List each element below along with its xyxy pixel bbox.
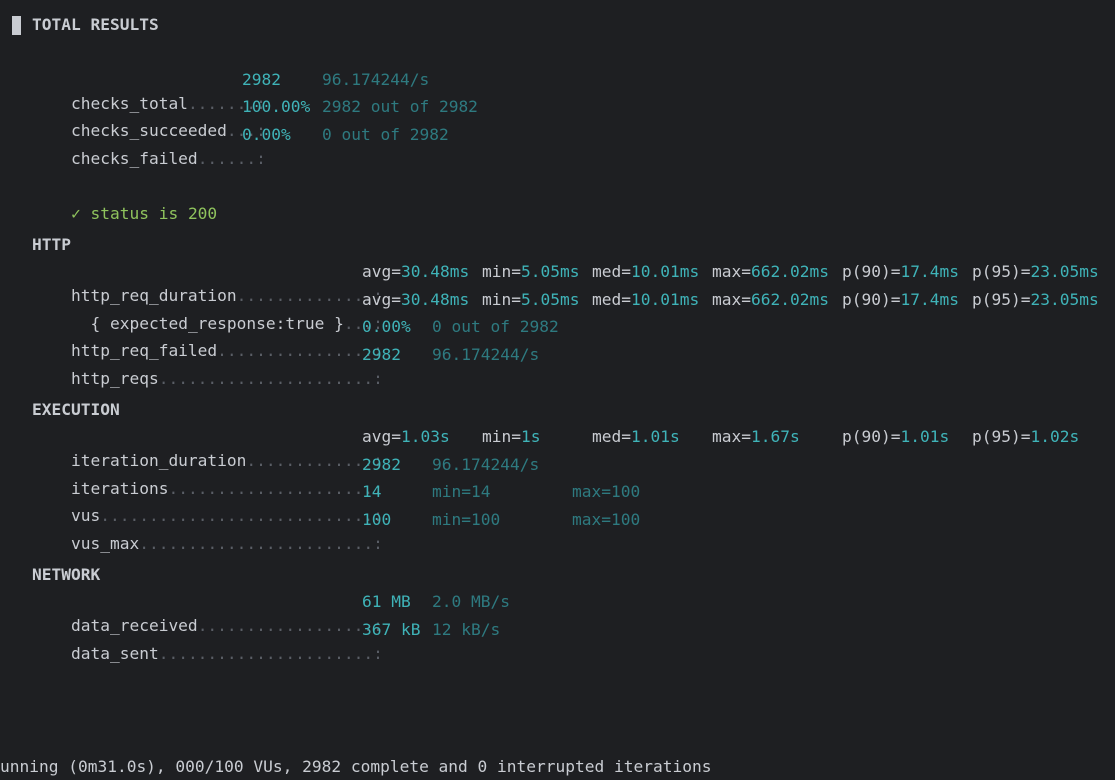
metric-http-req-duration: http_req_duration..............: avg=30.…	[32, 260, 1099, 305]
results-title: TOTAL RESULTS	[32, 15, 159, 34]
metric-vus-max: vus_max........................: 100 min…	[32, 508, 640, 553]
metric-value: 100	[362, 510, 392, 529]
metric-value: 2982	[362, 455, 401, 474]
metric-rate: 96.174244/s	[322, 70, 430, 89]
metric-rate: 2.0 MB/s	[432, 592, 510, 611]
metric-dots: ......:	[197, 149, 266, 168]
check-mark-icon: ✓	[70, 204, 81, 223]
metric-expected-response: { expected_response:true }...: avg=30.48…	[32, 288, 1098, 333]
run-status-line: unning (0m31.0s), 000/100 VUs, 2982 comp…	[0, 757, 712, 776]
metric-value: 61 MB	[362, 592, 411, 611]
metric-name: data_sent	[70, 644, 159, 663]
metric-rate: 96.174244/s	[432, 455, 540, 474]
metric-value: 0.00%	[242, 125, 291, 144]
metric-value: 367 kB	[362, 620, 421, 639]
metric-max: max=100	[572, 510, 641, 529]
stat-p95: p(95)=1.02s	[972, 427, 1080, 446]
metric-rate: 96.174244/s	[432, 345, 540, 364]
stat-avg: avg=30.48ms	[362, 290, 470, 309]
metric-vus: vus............................: 14 min=…	[32, 480, 640, 525]
metric-data-sent: data_sent......................: 367 kB …	[32, 618, 500, 663]
metric-max: max=100	[572, 482, 641, 501]
metric-data-received: data_received..................: 61 MB 2…	[32, 590, 510, 635]
section-heading-network: NETWORK	[32, 565, 101, 584]
metric-iterations: iterations.....................: 2982 96…	[32, 453, 539, 498]
stat-min: min=5.05ms	[482, 290, 580, 309]
stat-med: med=1.01s	[592, 427, 680, 446]
check-status-text: status is 200	[90, 204, 218, 223]
stat-p90: p(90)=17.4ms	[842, 290, 959, 309]
metric-value: 100.00%	[242, 97, 311, 116]
metric-value: 14	[362, 482, 382, 501]
metric-name: http_reqs	[70, 369, 159, 388]
section-heading-http: HTTP	[32, 235, 71, 254]
metric-detail: 0 out of 2982	[322, 125, 449, 144]
metric-min: min=14	[432, 482, 491, 501]
stat-avg: avg=30.48ms	[362, 262, 470, 281]
metric-checks-total: checks_total.......: 2982 96.174244/s	[32, 68, 429, 113]
metric-name: vus_max	[70, 534, 140, 553]
metric-iteration-duration: iteration_duration.............: avg=1.0…	[32, 425, 1079, 470]
metric-detail: 0 out of 2982	[432, 317, 559, 336]
terminal-output: TOTAL RESULTS checks_total.......: 2982 …	[0, 0, 1115, 780]
metric-value: 0.00%	[362, 317, 411, 336]
metric-dots: ......................:	[158, 644, 383, 663]
stat-max: max=1.67s	[712, 427, 800, 446]
stat-max: max=662.02ms	[712, 262, 829, 281]
stat-min: min=1s	[482, 427, 541, 446]
stat-max: max=662.02ms	[712, 290, 829, 309]
metric-http-req-failed: http_req_failed................: 0.00% 0…	[32, 315, 559, 360]
stat-avg: avg=1.03s	[362, 427, 450, 446]
stat-p90: p(90)=17.4ms	[842, 262, 959, 281]
metric-checks-failed: checks_failed......: 0.00% 0 out of 2982	[32, 123, 449, 168]
metric-checks-succeeded: checks_succeeded...: 100.00% 2982 out of…	[32, 95, 478, 140]
stat-p95: p(95)=23.05ms	[972, 290, 1099, 309]
stat-med: med=10.01ms	[592, 262, 700, 281]
metric-rate: 12 kB/s	[432, 620, 501, 639]
stat-med: med=10.01ms	[592, 290, 700, 309]
stat-p90: p(90)=1.01s	[842, 427, 950, 446]
check-status: ✓ status is 200	[32, 178, 217, 223]
metric-name: checks_failed	[70, 149, 198, 168]
metric-dots: ......................:	[158, 369, 383, 388]
metric-value: 2982	[242, 70, 281, 89]
metric-detail: 2982 out of 2982	[322, 97, 478, 116]
section-heading-execution: EXECUTION	[32, 400, 120, 419]
metric-value: 2982	[362, 345, 401, 364]
metric-http-reqs: http_reqs......................: 2982 96…	[32, 343, 539, 388]
stat-p95: p(95)=23.05ms	[972, 262, 1099, 281]
metric-min: min=100	[432, 510, 501, 529]
stat-min: min=5.05ms	[482, 262, 580, 281]
section-marker-icon	[12, 16, 21, 35]
metric-dots: ........................:	[139, 534, 383, 553]
